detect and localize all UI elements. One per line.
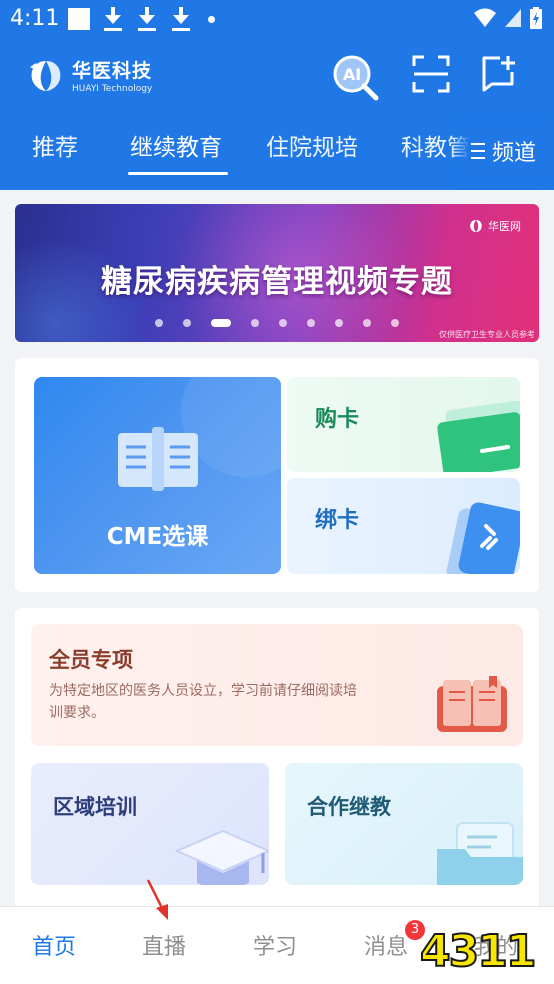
buy-card-tile[interactable]: 购卡 [287, 377, 520, 472]
system-icons [474, 7, 542, 29]
category-tabs: 推荐 继续教育 住院规培 科教管理 频道 [0, 126, 554, 176]
scan-icon[interactable] [412, 54, 450, 94]
all-staff-program-tile[interactable]: 全员专项 为特定地区的医务人员设立，学习前请仔细阅读培训要求。 [31, 624, 523, 746]
quick-actions-card: CME选课 购卡 绑卡 [15, 358, 539, 592]
app-notification-icon [68, 8, 90, 30]
regional-training-label: 区域培训 [53, 795, 137, 819]
document-folder-icon [437, 822, 523, 885]
tab-recommend[interactable]: 推荐 [32, 128, 78, 162]
cme-label: CME选课 [106, 524, 209, 550]
pagination-dot [211, 319, 231, 327]
download-icon [102, 7, 124, 31]
status-time: 4:11 [10, 6, 60, 31]
download-icon [136, 7, 158, 31]
nav-live[interactable]: 直播 [142, 929, 186, 961]
status-bar: 4:11 [0, 0, 554, 38]
active-tab-indicator [128, 172, 228, 175]
pagination-dot [251, 319, 259, 327]
battery-icon [530, 7, 542, 29]
pagination-dot [307, 319, 315, 327]
open-book-icon [437, 676, 507, 732]
book-icon [118, 427, 198, 491]
link-card-icon [446, 502, 520, 574]
banner-brand-text: 华医网 [488, 220, 521, 233]
staff-program-title: 全员专项 [49, 648, 133, 672]
pagination-dot [183, 319, 191, 327]
download-icon [170, 7, 192, 31]
pagination-dot [279, 319, 287, 327]
pagination-dot [363, 319, 371, 327]
pagination-dot [335, 319, 343, 327]
card-icon [437, 401, 520, 472]
tab-continuing-education[interactable]: 继续教育 [130, 128, 222, 162]
staff-program-desc: 为特定地区的医务人员设立，学习前请仔细阅读培训要求。 [49, 683, 357, 721]
promo-banner[interactable]: 华医网 糖尿病疾病管理视频专题 仅供医疗卫生专业人员参考 [15, 204, 539, 342]
cooperative-education-tile[interactable]: 合作继教 [285, 763, 523, 885]
pagination-dot [391, 319, 399, 327]
tab-residency-training[interactable]: 住院规培 [266, 128, 358, 162]
banner-title: 糖尿病疾病管理视频专题 [101, 264, 453, 300]
ai-search-icon[interactable]: AI [332, 54, 380, 102]
app-header: 华医科技 HUAYI Technology AI 推荐 继续教育 住院规培 科教… [0, 38, 554, 190]
nav-messages[interactable]: 消息 [364, 929, 408, 961]
add-note-icon[interactable] [480, 54, 516, 94]
logo-en-text: HUAYI Technology [72, 84, 153, 94]
pointer-arrow-icon [146, 879, 168, 920]
programs-card: 全员专项 为特定地区的医务人员设立，学习前请仔细阅读培训要求。 区域培训 合作继… [15, 608, 539, 908]
bind-card-label: 绑卡 [315, 508, 360, 533]
channel-button[interactable]: 频道 [468, 126, 554, 176]
logo-cn-text: 华医科技 [72, 60, 153, 82]
app-logo: 华医科技 HUAYI Technology [26, 56, 152, 94]
notification-icons [68, 7, 215, 31]
banner-note: 仅供医疗卫生专业人员参考 [439, 330, 535, 339]
regional-training-tile[interactable]: 区域培训 [31, 763, 269, 885]
nav-study[interactable]: 学习 [253, 929, 297, 961]
more-notifications-icon [208, 15, 215, 23]
nav-home[interactable]: 首页 [32, 929, 76, 961]
banner-pagination [15, 319, 539, 327]
channel-label: 频道 [492, 141, 537, 166]
banner-brand: 华医网 [468, 218, 521, 234]
cme-course-tile[interactable]: CME选课 [34, 377, 281, 574]
graduation-cap-icon [175, 829, 269, 885]
signal-icon [505, 9, 521, 27]
cooperative-education-label: 合作继教 [307, 795, 391, 819]
buy-card-label: 购卡 [315, 407, 360, 432]
huayi-logo-icon [470, 220, 482, 232]
wifi-icon [474, 8, 496, 27]
bind-card-tile[interactable]: 绑卡 [287, 478, 520, 574]
pagination-dot [155, 319, 163, 327]
huayi-logo-icon [30, 61, 61, 91]
watermark: 4311 [419, 925, 537, 978]
ai-label: AI [343, 65, 361, 84]
menu-icon [471, 143, 485, 159]
